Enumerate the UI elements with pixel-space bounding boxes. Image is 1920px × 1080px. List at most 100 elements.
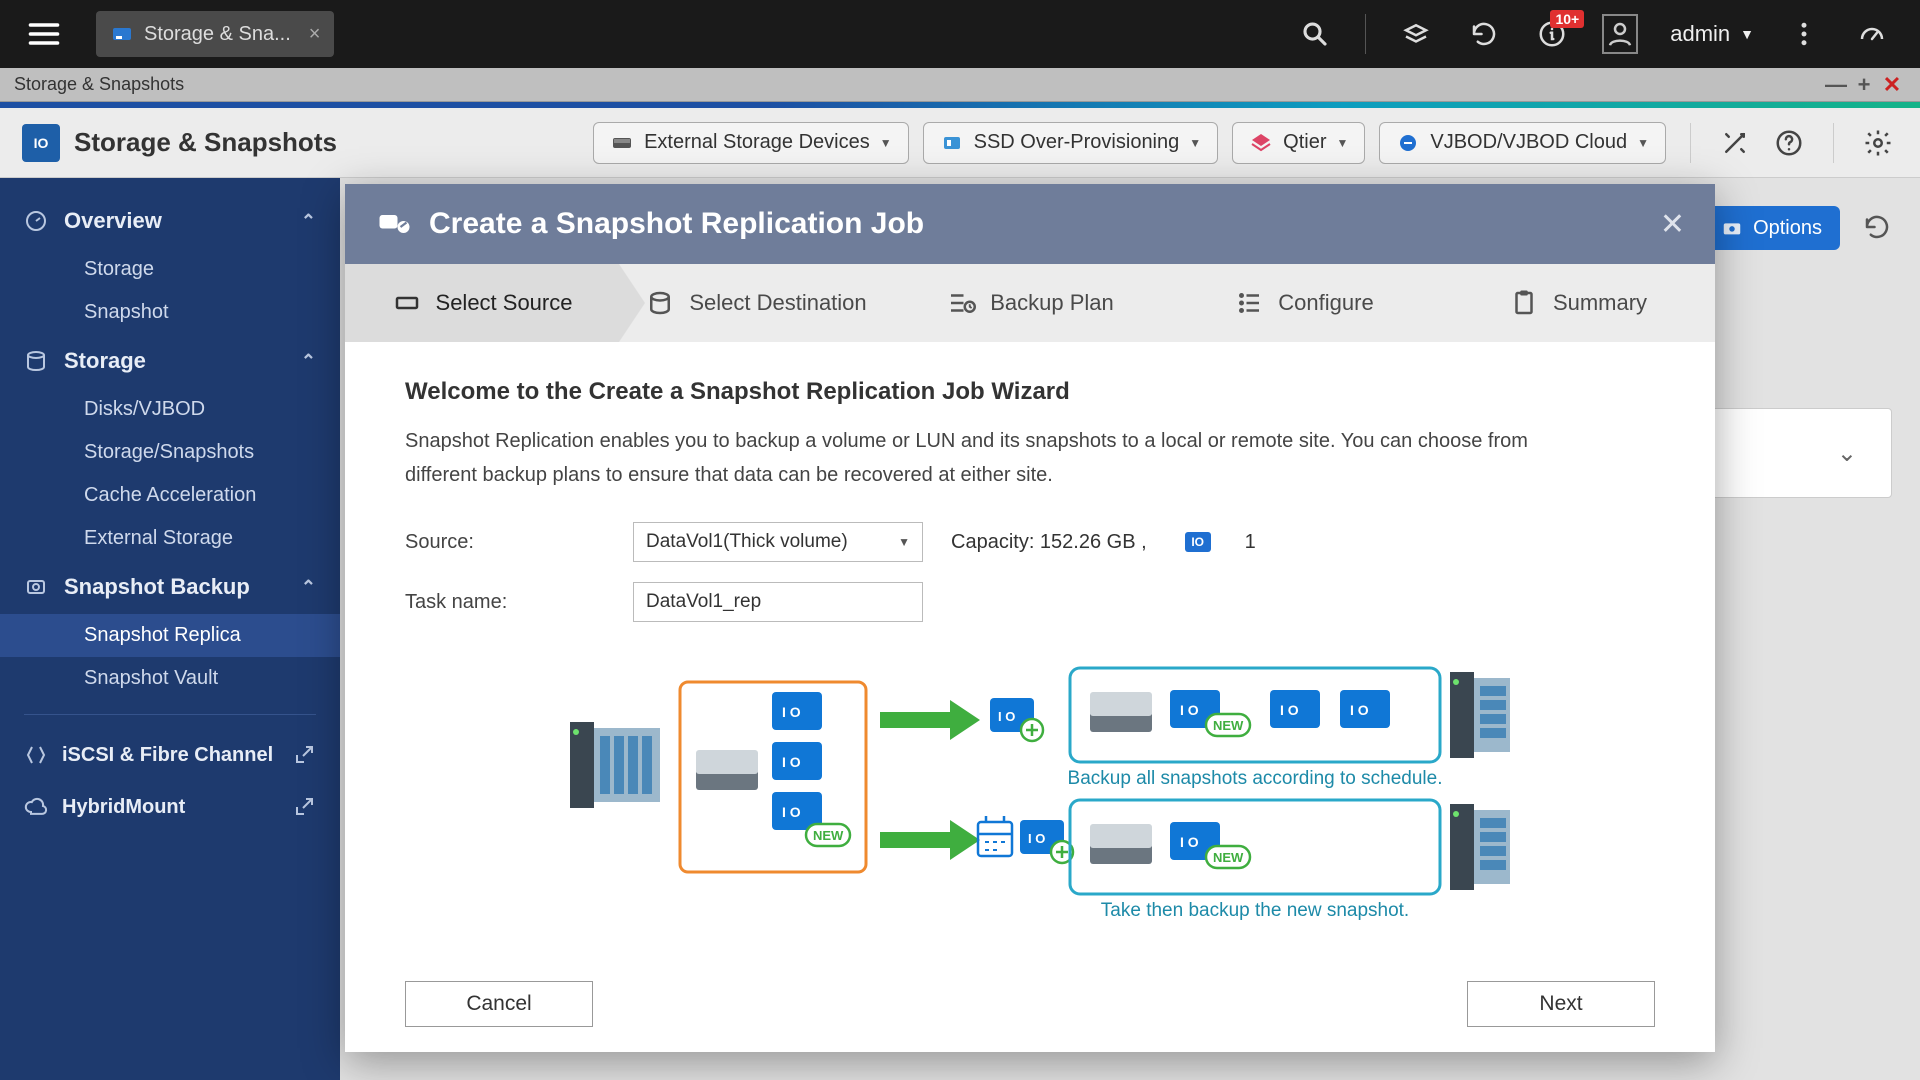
wizard-step-label: Backup Plan (990, 290, 1114, 316)
sidebar-section-overview[interactable]: Overview ⌃ (0, 194, 340, 248)
stack-icon (1401, 19, 1431, 49)
wizard-step-label: Configure (1278, 290, 1373, 316)
source-label: Source: (405, 531, 605, 554)
source-icon (392, 288, 422, 318)
wand-icon (1720, 128, 1750, 158)
snapshot-count-icon: IO (1185, 532, 1211, 552)
window-close[interactable]: ✕ (1878, 72, 1906, 98)
capacity-text: Capacity: 152.26 GB , (951, 531, 1147, 554)
user-label: admin (1670, 21, 1730, 47)
wizard-step-select-destination[interactable]: Select Destination (619, 264, 893, 342)
caret-down-icon: ▼ (880, 136, 892, 150)
taskname-label: Task name: (405, 591, 605, 614)
vjbod-dropdown[interactable]: VJBOD/VJBOD Cloud ▼ (1379, 122, 1666, 164)
caret-down-icon: ▼ (1336, 136, 1348, 150)
toolbar-settings-button[interactable] (1858, 123, 1898, 163)
modal-close-button[interactable]: ✕ (1660, 207, 1685, 242)
plan-icon (946, 288, 976, 318)
refresh-icon (1862, 212, 1892, 242)
activity-button[interactable] (1398, 16, 1434, 52)
refresh-button[interactable] (1466, 16, 1502, 52)
sidebar-link-iscsi[interactable]: iSCSI & Fibre Channel (0, 729, 340, 781)
sidebar-item-snapshot[interactable]: Snapshot (0, 291, 340, 334)
user-menu[interactable]: admin ▼ (1670, 21, 1754, 47)
top-icons-group: 10+ admin ▼ (1297, 14, 1920, 54)
main-refresh-button[interactable] (1862, 212, 1892, 247)
sidebar-item-snapshot-replica[interactable]: Snapshot Replica (0, 614, 340, 657)
refresh-icon (1469, 19, 1499, 49)
gear-icon (1863, 128, 1893, 158)
sidebar-item-cache-acceleration[interactable]: Cache Acceleration (0, 474, 340, 517)
sidebar-item-storage[interactable]: Storage (0, 248, 340, 291)
svg-text:NEW: NEW (813, 828, 844, 843)
svg-text:I O: I O (782, 754, 801, 770)
qtier-icon (1249, 131, 1273, 155)
sidebar-item-storage-snapshots[interactable]: Storage/Snapshots (0, 431, 340, 474)
external-storage-dropdown[interactable]: External Storage Devices ▼ (593, 122, 909, 164)
form-row-taskname: Task name: (405, 582, 1655, 622)
sidebar-snapshot-backup-label: Snapshot Backup (64, 574, 250, 600)
toolbar-help-button[interactable] (1769, 123, 1809, 163)
modal-create-replication-job: Create a Snapshot Replication Job ✕ Sele… (345, 184, 1715, 1052)
gauge-icon (1857, 19, 1887, 49)
wizard-step-summary[interactable]: Summary (1441, 264, 1715, 342)
sidebar-item-external-storage[interactable]: External Storage (0, 517, 340, 560)
sidebar-section-snapshot-backup[interactable]: Snapshot Backup ⌃ (0, 560, 340, 614)
source-select-value: DataVol1(Thick volume) (646, 531, 848, 553)
iscsi-icon (24, 743, 48, 767)
modal-body: Welcome to the Create a Snapshot Replica… (345, 342, 1715, 956)
sidebar-iscsi-label: iSCSI & Fibre Channel (62, 744, 273, 767)
modal-footer: Cancel Next (345, 956, 1715, 1052)
app-tab-icon (110, 22, 134, 46)
window-title-bar: Storage & Snapshots — + ✕ (0, 68, 1920, 102)
svg-text:I O: I O (1028, 831, 1045, 846)
window-minimize[interactable]: — (1822, 72, 1850, 98)
destination-icon (645, 288, 675, 318)
overview-icon (24, 209, 48, 233)
wizard-step-configure[interactable]: Configure (1167, 264, 1441, 342)
sidebar-link-hybridmount[interactable]: HybridMount (0, 781, 340, 833)
user-avatar-button[interactable] (1602, 16, 1638, 52)
more-button[interactable] (1786, 16, 1822, 52)
wizard-step-select-source[interactable]: Select Source (345, 264, 619, 342)
sidebar-section-storage[interactable]: Storage ⌃ (0, 334, 340, 388)
sidebar-item-snapshot-vault[interactable]: Snapshot Vault (0, 657, 340, 700)
caret-down-icon: ▼ (1189, 136, 1201, 150)
info-button[interactable]: 10+ (1534, 16, 1570, 52)
wizard-step-backup-plan[interactable]: Backup Plan (893, 264, 1167, 342)
modal-header: Create a Snapshot Replication Job ✕ (345, 184, 1715, 264)
sidebar-overview-label: Overview (64, 208, 162, 234)
cancel-button[interactable]: Cancel (405, 981, 593, 1027)
wizard-step-label: Select Source (436, 290, 573, 316)
svg-text:I O: I O (782, 704, 801, 720)
svg-text:NEW: NEW (1213, 718, 1244, 733)
ssd-over-label: SSD Over-Provisioning (974, 131, 1180, 154)
app-toolbar: IO Storage & Snapshots External Storage … (0, 108, 1920, 178)
wizard-welcome-title: Welcome to the Create a Snapshot Replica… (405, 378, 1655, 406)
options-button[interactable]: Options (1703, 206, 1840, 250)
ssd-icon (940, 131, 964, 155)
svg-text:Backup all snapshots according: Backup all snapshots according to schedu… (1068, 768, 1443, 789)
ssd-overprovisioning-dropdown[interactable]: SSD Over-Provisioning ▼ (923, 122, 1219, 164)
next-button[interactable]: Next (1467, 981, 1655, 1027)
dashboard-button[interactable] (1854, 16, 1890, 52)
sidebar-hybrid-label: HybridMount (62, 796, 185, 819)
window-title: Storage & Snapshots (14, 74, 184, 95)
disk-icon (610, 131, 634, 155)
sidebar-item-disks-vjbod[interactable]: Disks/VJBOD (0, 388, 340, 431)
options-label: Options (1753, 217, 1822, 240)
vjbod-icon (1396, 131, 1420, 155)
svg-text:I O: I O (998, 709, 1015, 724)
svg-text:I O: I O (1280, 702, 1299, 718)
qtier-dropdown[interactable]: Qtier ▼ (1232, 122, 1365, 164)
source-select[interactable]: DataVol1(Thick volume) ▼ (633, 522, 923, 562)
search-button[interactable] (1297, 16, 1333, 52)
app-tab[interactable]: Storage & Sna... × (96, 11, 334, 57)
toolbar-wizard-button[interactable] (1715, 123, 1755, 163)
window-maximize[interactable]: + (1850, 72, 1878, 98)
app-title-text: Storage & Snapshots (74, 127, 337, 158)
app-tab-close[interactable]: × (309, 23, 321, 46)
menu-button[interactable] (0, 0, 88, 68)
svg-text:I O: I O (1180, 702, 1199, 718)
taskname-input[interactable] (633, 582, 923, 622)
